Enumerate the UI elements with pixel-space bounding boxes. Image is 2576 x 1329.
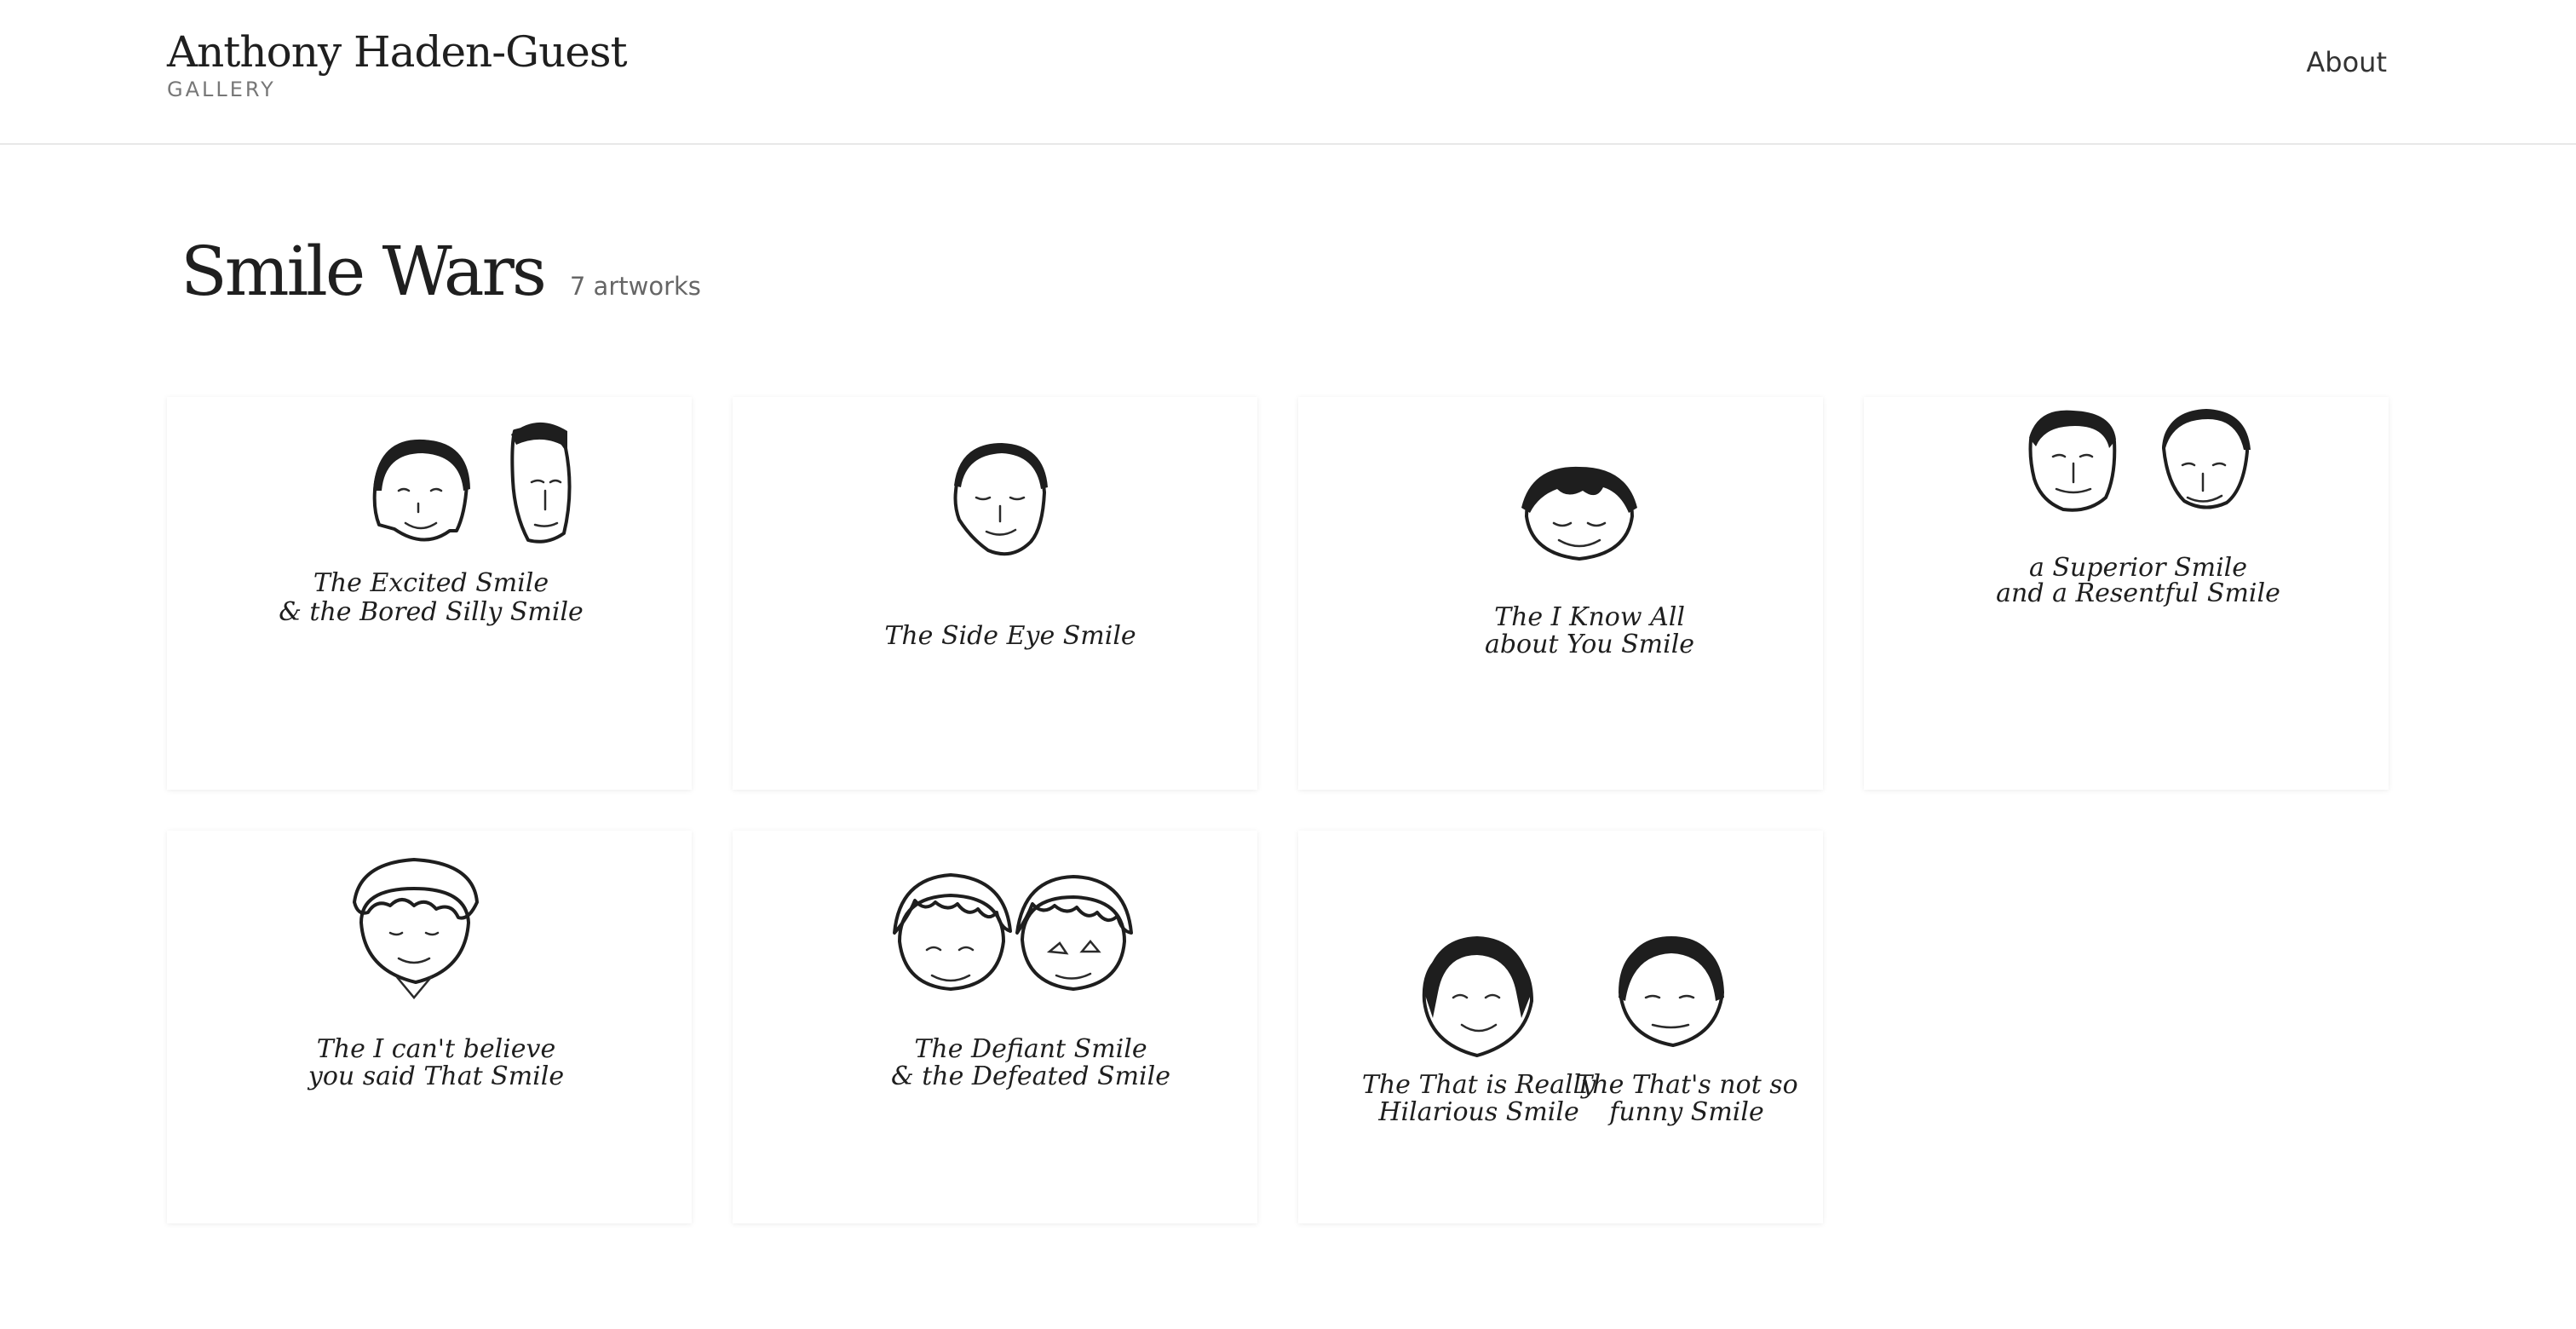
site-brand[interactable]: Anthony Haden-Guest GALLERY xyxy=(167,26,628,101)
artwork-caption-line: The That is Really xyxy=(1362,1070,1596,1100)
artwork-card[interactable]: The I can't believe you said That Smile xyxy=(167,831,692,1223)
artwork-count: 7 artworks xyxy=(569,272,701,301)
collection-header: Smile Wars 7 artworks xyxy=(181,232,701,311)
artwork-thumbnail: The That is Really Hilarious Smile The T… xyxy=(1362,936,1798,1127)
artwork-card[interactable]: The Side Eye Smile xyxy=(733,397,1257,790)
artwork-caption-line: you said That Smile xyxy=(307,1061,564,1091)
sketch-faces xyxy=(893,873,1133,991)
artwork-card[interactable]: The I Know All about You Smile xyxy=(1298,397,1823,790)
artwork-caption-line: The Defiant Smile xyxy=(914,1034,1147,1064)
artwork-thumbnail: The Side Eye Smile xyxy=(884,443,1136,651)
artwork-caption-line: about You Smile xyxy=(1485,630,1694,659)
artwork-caption-line: The Excited Smile xyxy=(313,568,549,598)
sketch-faces xyxy=(372,422,572,544)
artwork-card[interactable]: The Excited Smile & the Bored Silly Smil… xyxy=(167,397,692,790)
artwork-thumbnail: The I Know All about You Smile xyxy=(1485,466,1694,659)
brand-subtitle: GALLERY xyxy=(167,77,276,101)
artwork-card[interactable]: a Superior Smile and a Resentful Smile xyxy=(1864,397,2389,790)
sketch-face xyxy=(353,858,479,999)
artwork-caption-line: The I Know All xyxy=(1494,602,1685,632)
artwork-caption-line: The That's not so xyxy=(1575,1070,1798,1100)
artwork-caption-line: and a Resentful Smile xyxy=(1996,578,2280,608)
artwork-thumbnail: The Defiant Smile & the Defeated Smile xyxy=(891,873,1170,1091)
page-title: Smile Wars xyxy=(181,232,547,311)
artwork-grid: The Excited Smile & the Bored Silly Smil… xyxy=(167,397,2389,1223)
sketch-faces xyxy=(2028,409,2251,512)
artwork-caption-line: & the Bored Silly Smile xyxy=(279,597,584,627)
sketch-face xyxy=(953,443,1048,556)
brand-name[interactable]: Anthony Haden-Guest xyxy=(167,26,628,79)
artwork-thumbnail: a Superior Smile and a Resentful Smile xyxy=(1996,409,2280,608)
artwork-caption-line: & the Defeated Smile xyxy=(891,1061,1170,1091)
sketch-faces xyxy=(1422,936,1724,1057)
artwork-caption-line: funny Smile xyxy=(1607,1097,1764,1127)
site-header: Anthony Haden-Guest GALLERY About xyxy=(0,0,2576,145)
artwork-thumbnail: The Excited Smile & the Bored Silly Smil… xyxy=(279,422,584,627)
artwork-card[interactable]: The Defiant Smile & the Defeated Smile xyxy=(733,831,1257,1223)
artwork-caption-line: The I can't believe xyxy=(317,1034,555,1064)
artwork-caption-line: Hilarious Smile xyxy=(1377,1097,1578,1127)
sketch-face xyxy=(1521,466,1637,561)
artwork-thumbnail: The I can't believe you said That Smile xyxy=(307,858,564,1091)
artwork-card[interactable]: The That is Really Hilarious Smile The T… xyxy=(1298,831,1823,1223)
artwork-caption-line: The Side Eye Smile xyxy=(884,621,1136,651)
nav-about-link[interactable]: About xyxy=(2306,46,2387,78)
